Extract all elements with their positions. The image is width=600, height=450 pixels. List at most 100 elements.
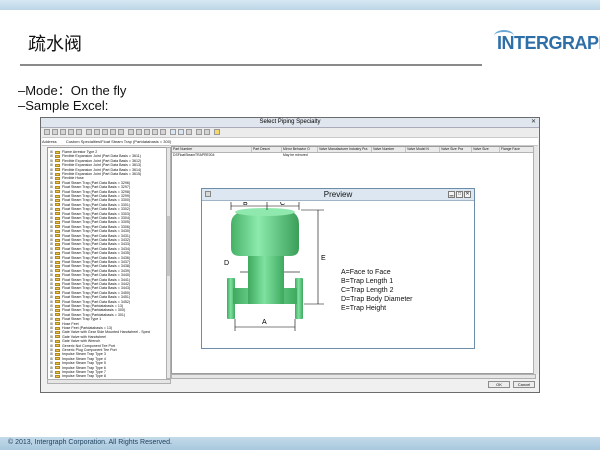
up-folder-icon[interactable] [186,129,192,135]
tree-item[interactable]: ⊞ Float Steam Trap (Part Data Basis = 343… [50,256,130,260]
toolbar-view-button[interactable] [86,129,92,135]
tree-item[interactable]: ⊞ Float Steam Trap (Part Data Basis = 343… [50,260,130,264]
tree-item[interactable]: ⊞ Impulse Steam Trap Type 8 [50,374,106,378]
forward-arrow-icon[interactable] [178,129,184,135]
tree-item[interactable]: ⊞ Float Steam Trap (Part Data Basis = 343… [50,251,130,255]
tree-item[interactable]: ⊞ Float Steam Trap (Part Data Basis = 330… [50,203,130,207]
tree-item[interactable]: ⊞ Float Steam Trap (Part Data Basis = 330… [50,207,130,211]
toolbar-view-button[interactable] [152,129,158,135]
minimize-button[interactable]: ▁ [448,191,455,198]
tree-item[interactable]: ⊞ Float Steam Trap (Part Data Basis = 329… [50,194,130,198]
toolbar-view-button[interactable] [102,129,108,135]
tree-item[interactable]: ⊞ Gate Valve with Wrench [50,339,100,343]
cancel-button[interactable]: Cancel [513,381,535,388]
toolbar-view-button[interactable] [128,129,134,135]
address-bar[interactable]: Address Custom Specialties\Float Steam T… [42,138,538,146]
tree-item[interactable]: ⊞ Float Steam Trap (Part Data Basis = 344… [50,282,130,286]
toolbar-view-button[interactable] [144,129,150,135]
folder-icon [55,251,60,255]
tree-item[interactable]: ⊞ Float Steam Trap (Part Data Basis = 343… [50,238,130,242]
tree-item[interactable]: ⊞ Gate Valve with Gear Side Mounted Handw… [50,330,150,334]
tree-horizontal-scrollbar[interactable] [47,379,171,384]
toolbar-view-button[interactable] [44,129,50,135]
tree-item[interactable]: ⊞ Flexible Expansion Joint (Part Data Bas… [50,168,141,172]
grid-column-header[interactable]: Valve Size [472,147,500,152]
tree-item[interactable]: ⊞ Impulse Steam Trap Type 7 [50,370,106,374]
tree-item-label: Float Steam Trap (Part Data Basis = 3434… [62,246,131,251]
grid-cell-part-number[interactable]: DSFloatSteamTRAPRE004 [172,153,214,157]
tree-item[interactable]: ⊞ Float Steam Trap (Part Data Basis = 329… [50,185,130,189]
toolbar-view-button[interactable] [68,129,74,135]
back-arrow-icon[interactable] [170,129,176,135]
filter-icon[interactable] [214,129,220,135]
folder-icon [55,366,60,370]
tree-item[interactable]: ⊞ Float Steam Trap (Part Data Basis = 345… [50,300,130,304]
tree-item[interactable]: ⊞ Flexible Hose [50,176,84,180]
preview-close-button[interactable]: ✕ [464,191,471,198]
grid-column-header[interactable]: Flange Face [500,147,535,152]
tree-item[interactable]: ⊞ Float Steam Trap (Part Data Basis = 329… [50,181,130,185]
specialty-tree[interactable]: ⊞ Flame Arrestor Type 2 ⊞ Flexible Expansio… [47,147,167,381]
tree-item[interactable]: ⊞ Float Steam Trap (Part Data Basis = 330… [50,198,130,202]
tree-item[interactable]: ⊞ Float Steam Trap Type 1 [50,317,101,321]
tree-item[interactable]: ⊞ Flexible Expansion Joint (Part Data Bas… [50,163,141,167]
tree-item[interactable]: ⊞ Float Steam Trap (Part Data Basis = 343… [50,264,130,268]
tree-item[interactable]: ⊞ Float Steam Trap (Part Data Basis = 330… [50,216,130,220]
dim-e-label: E [321,255,326,262]
tree-item[interactable]: ⊞ Float Steam Trap (Part Data Basis = 343… [50,269,130,273]
toolbar-view-button[interactable] [118,129,124,135]
tree-item[interactable]: ⊟ Float Steam Trap (Partdatabasis = 300) [50,308,125,312]
tree-item[interactable]: ⊞ Impulse Steam Trap Type 5 [50,361,106,365]
grid-column-header[interactable]: Valve Model N [406,147,440,152]
grid-column-header[interactable]: Mirror Behavior O [282,147,318,152]
toolbar-view-button[interactable] [110,129,116,135]
tree-item[interactable]: ⊞ Hose Feet (Partdatabasis = 13) [50,326,112,330]
tree-item[interactable]: ⊞ Float Steam Trap (Part Data Basis = 343… [50,234,130,238]
tree-item[interactable]: ⊞ Flexible Expansion Joint (Part Data Bas… [50,159,141,163]
tree-item[interactable]: ⊞ Flame Arrestor Type 2 [50,150,97,154]
tree-item[interactable]: ⊞ Float Steam Trap (Part Data Basis = 330… [50,220,130,224]
ok-button[interactable]: OK [488,381,510,388]
tree-item[interactable]: ⊞ Float Steam Trap (Part Data Basis = 343… [50,247,130,251]
maximize-button[interactable]: □ [456,191,463,198]
tree-item[interactable]: ⊞ Float Steam Trap (Part Data Basis = 343… [50,229,130,233]
toolbar-view-button[interactable] [52,129,58,135]
grid-column-header[interactable]: Part Descri [252,147,282,152]
tree-scroll-thumb[interactable] [167,216,170,276]
tree-item[interactable]: ⊞ Impulse Steam Trap Type 3 [50,352,106,356]
tree-item[interactable]: ⊞ Float Steam Trap (Partdatabasis = 301) [50,313,125,317]
tree-item[interactable]: ⊞ Float Steam Trap (Partdatabasis = 13) [50,304,123,308]
tree-item[interactable]: ⊞ Float Steam Trap (Part Data Basis = 344… [50,278,130,282]
grid-column-header[interactable]: Part Number [172,147,252,152]
tree-item[interactable]: ⊞ Float Steam Trap (Part Data Basis = 345… [50,291,130,295]
tree-item[interactable]: ⊞ Float Steam Trap (Part Data Basis = 344… [50,286,130,290]
tree-item[interactable]: ⊞ Generic Plug Component Tee Port [50,348,117,352]
tree-item[interactable]: ⊞ Float Steam Trap (Part Data Basis = 344… [50,273,130,277]
grid-cell-mirror-behavior[interactable]: May be mirrored [282,153,308,157]
toolbar-view-button[interactable] [94,129,100,135]
toolbar-view-button[interactable] [76,129,82,135]
grid-column-header[interactable]: Valve Number [372,147,406,152]
paste-icon[interactable] [204,129,210,135]
grid-column-header[interactable]: Valve Size Pra [440,147,472,152]
toolbar-view-button[interactable] [60,129,66,135]
toolbar-view-button[interactable] [160,129,166,135]
tree-item[interactable]: ⊞ Hose Feet [50,322,79,326]
copy-icon[interactable] [196,129,202,135]
tree-item[interactable]: ⊞ Flexible Expansion Joint (Part Data Bas… [50,154,141,158]
tree-item[interactable]: ⊞ Impulse Steam Trap Type 6 [50,366,106,370]
tree-item[interactable]: ⊞ Gate Valve with Handwheel [50,335,106,339]
tree-item[interactable]: ⊞ Float Steam Trap (Part Data Basis = 330… [50,225,130,229]
grid-vertical-scrollbar[interactable] [533,146,538,374]
tree-item[interactable]: ⊞ Float Steam Trap (Part Data Basis = 330… [50,212,130,216]
grid-column-header[interactable]: Valve Manufacturer Industry Pra [318,147,372,152]
grid-horizontal-scrollbar[interactable] [171,374,536,379]
tree-item[interactable]: ⊞ Generic Not Component Tee Port [50,344,115,348]
tree-item[interactable]: ⊞ Impulse Steam Trap Type 4 [50,357,106,361]
tree-item[interactable]: ⊞ Float Steam Trap (Part Data Basis = 345… [50,295,130,299]
tree-item[interactable]: ⊞ Flexible Expansion Joint (Part Data Bas… [50,172,141,176]
tree-item[interactable]: ⊞ Float Steam Trap (Part Data Basis = 329… [50,190,130,194]
window-close-button[interactable]: ✕ [530,119,537,125]
tree-item[interactable]: ⊞ Float Steam Trap (Part Data Basis = 343… [50,242,130,246]
toolbar-view-button[interactable] [136,129,142,135]
